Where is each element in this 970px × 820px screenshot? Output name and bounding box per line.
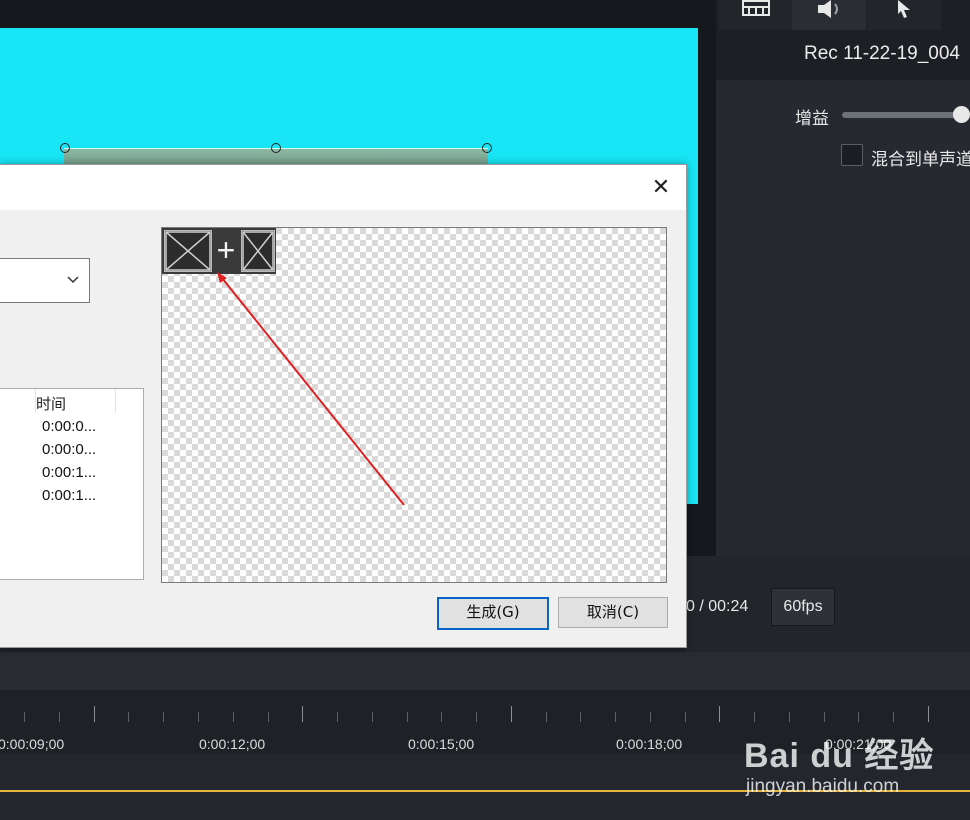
ruler-label: 0:00:15;00 bbox=[408, 736, 475, 752]
film-icon bbox=[742, 0, 770, 16]
chevron-down-icon bbox=[67, 276, 79, 284]
ruler-label: 0:00:12;00 bbox=[199, 736, 266, 752]
list-item[interactable]: 0:00:1... bbox=[42, 464, 96, 481]
time-list[interactable]: 时间 0:00:0... 0:00:0... 0:00:1... 0:00:1.… bbox=[0, 388, 144, 580]
ruler-tick bbox=[198, 712, 199, 722]
ruler-tick bbox=[685, 712, 686, 722]
ruler-tick bbox=[615, 712, 616, 722]
time-readout: 0 / 00:24 bbox=[686, 598, 749, 615]
resize-handle-top-left[interactable] bbox=[60, 143, 70, 153]
ruler-label: 0:00:18;00 bbox=[616, 736, 683, 752]
ruler-tick bbox=[302, 706, 303, 722]
ruler-tick bbox=[163, 712, 164, 722]
cursor-icon bbox=[898, 0, 910, 18]
visual-tab[interactable] bbox=[719, 0, 793, 30]
ruler-tick bbox=[94, 706, 95, 722]
ruler-tick bbox=[650, 712, 651, 722]
ruler-tick bbox=[128, 712, 129, 722]
ruler-tick bbox=[24, 712, 25, 722]
baidu-logo-watermark: Bai du 经验 bbox=[744, 737, 935, 775]
fps-badge[interactable]: 60fps bbox=[771, 588, 835, 626]
resize-handle-top-right[interactable] bbox=[482, 143, 492, 153]
ruler-tick bbox=[824, 712, 825, 722]
watermark-url: jingyan.baidu.com bbox=[746, 776, 900, 797]
preview-area: + bbox=[161, 227, 667, 583]
list-item[interactable]: 0:00:0... bbox=[42, 441, 96, 458]
ruler-tick bbox=[511, 706, 512, 722]
timeline-toolbar bbox=[0, 652, 970, 690]
ruler-label: 0:00:09;00 bbox=[0, 736, 65, 752]
properties-panel bbox=[716, 0, 970, 556]
ruler-tick bbox=[789, 712, 790, 722]
audio-tab[interactable] bbox=[792, 0, 866, 32]
ruler-tick bbox=[719, 706, 720, 722]
cancel-button[interactable]: 取消(C) bbox=[558, 597, 668, 628]
ruler-tick bbox=[546, 712, 547, 722]
list-item[interactable]: 0:00:1... bbox=[42, 487, 96, 504]
ruler-tick bbox=[441, 712, 442, 722]
ruler-tick bbox=[858, 712, 859, 722]
gain-slider-knob[interactable] bbox=[953, 106, 970, 123]
ruler-tick bbox=[928, 706, 929, 722]
dialog-titlebar bbox=[0, 165, 686, 210]
generate-button[interactable]: 生成(G) bbox=[437, 597, 549, 630]
ruler-tick bbox=[233, 712, 234, 722]
dropdown-select[interactable] bbox=[0, 258, 90, 303]
ruler-tick bbox=[407, 712, 408, 722]
gain-label: 增益 bbox=[795, 109, 829, 128]
ruler-tick bbox=[754, 712, 755, 722]
annotation-arrow bbox=[217, 272, 405, 506]
ruler-tick bbox=[268, 712, 269, 722]
dialog-window: ✕ 时间 0:00:0... 0:00:0... 0:00:1... 0:00:… bbox=[0, 164, 687, 648]
list-item[interactable]: 0:00:0... bbox=[42, 418, 96, 435]
resize-handle-top-center[interactable] bbox=[271, 143, 281, 153]
mix-mono-label: 混合到单声道 bbox=[871, 150, 970, 169]
speaker-icon bbox=[818, 0, 838, 18]
gain-slider-track[interactable] bbox=[842, 112, 968, 118]
ruler-tick bbox=[476, 712, 477, 722]
close-icon[interactable]: ✕ bbox=[650, 176, 672, 198]
ruler-tick bbox=[372, 712, 373, 722]
list-column-header[interactable]: 时间 bbox=[36, 393, 66, 414]
ruler-tick bbox=[337, 712, 338, 722]
mix-mono-checkbox[interactable] bbox=[841, 144, 863, 166]
ruler-tick bbox=[59, 712, 60, 722]
ruler-tick bbox=[580, 712, 581, 722]
ruler-tick bbox=[893, 712, 894, 722]
cursor-tab[interactable] bbox=[867, 0, 941, 30]
list-column-divider bbox=[115, 389, 116, 413]
clip-title: Rec 11-22-19_004 bbox=[804, 43, 960, 64]
